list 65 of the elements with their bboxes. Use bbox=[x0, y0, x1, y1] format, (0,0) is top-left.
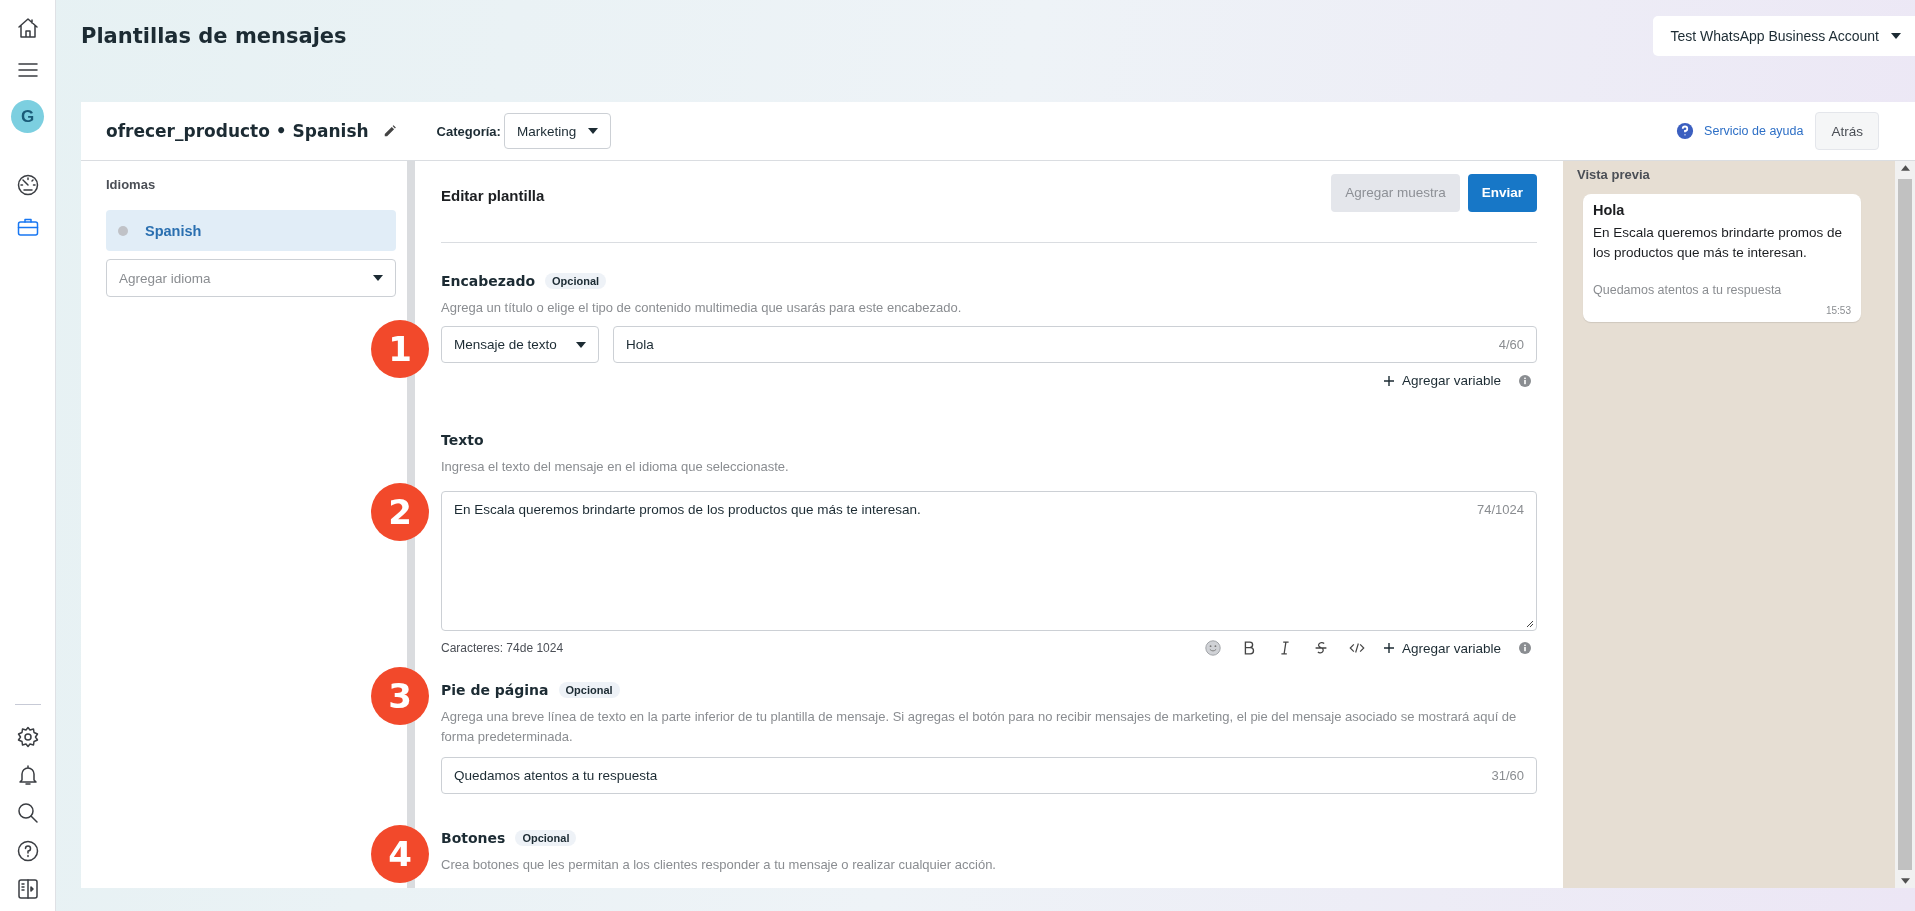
add-language-dropdown[interactable]: Agregar idioma bbox=[106, 259, 396, 297]
info-icon bbox=[1519, 374, 1531, 387]
gauge-icon[interactable] bbox=[15, 173, 40, 197]
emoji-icon[interactable] bbox=[1203, 639, 1222, 657]
character-counter: 74/1024 bbox=[1477, 502, 1524, 517]
scroll-down-icon[interactable] bbox=[1900, 878, 1910, 884]
step-marker: 1 bbox=[371, 320, 429, 378]
languages-title: Idiomas bbox=[106, 177, 157, 192]
optional-tag: Opcional bbox=[545, 273, 607, 289]
help-icon[interactable] bbox=[15, 839, 40, 863]
section-title: Texto bbox=[441, 432, 484, 448]
submit-button[interactable]: Enviar bbox=[1467, 173, 1537, 212]
language-item[interactable]: Spanish bbox=[106, 210, 396, 251]
back-button[interactable]: Atrás bbox=[1815, 112, 1879, 150]
template-name: ofrecer_producto • Spanish bbox=[106, 121, 369, 141]
optional-tag: Opcional bbox=[515, 830, 577, 846]
message-header: Hola bbox=[1593, 202, 1626, 218]
editor-title: Editar plantilla bbox=[441, 187, 546, 204]
section-title: Encabezado bbox=[441, 273, 536, 289]
character-counter: 31/60 bbox=[1491, 768, 1524, 783]
category-dropdown[interactable]: Marketing bbox=[503, 113, 612, 149]
page-title: Plantillas de mensajes bbox=[81, 24, 347, 48]
info-icon bbox=[1519, 642, 1531, 654]
header-text-field[interactable]: Hola 4/60 bbox=[613, 326, 1537, 363]
home-icon[interactable] bbox=[15, 16, 40, 40]
pencil-icon[interactable] bbox=[382, 124, 397, 138]
character-counter: 4/60 bbox=[1498, 337, 1524, 352]
search-icon[interactable] bbox=[15, 801, 40, 825]
message-text-area[interactable]: En Escala queremos brindarte promos de los productos que más te interesan. 74/1024 bbox=[441, 491, 1537, 631]
message-body: En Escala queremos brindarte promos de los productos que más te interesan. bbox=[1593, 224, 1844, 262]
preview-title: Vista previa bbox=[1577, 167, 1651, 182]
help-icon bbox=[1676, 122, 1695, 140]
message-time: 15:53 bbox=[1824, 305, 1851, 316]
section-description: Crea botones que les permitan a los clientes responder a tu mensaje o realizar cualquier acción. bbox=[441, 856, 997, 874]
section-description: Agrega un título o elige el tipo de contenido multimedia que usarás para este encabezado. bbox=[441, 299, 963, 317]
section-title: Pie de página bbox=[441, 682, 549, 698]
caret-icon bbox=[588, 128, 599, 134]
footer-text-field[interactable]: Quedamos atentos a tu respuesta 31/60 bbox=[441, 757, 1537, 794]
avatar[interactable]: G bbox=[11, 100, 44, 133]
settings-icon[interactable] bbox=[15, 725, 40, 749]
character-count: Caracteres: 74de 1024 bbox=[441, 641, 564, 655]
add-variable-button[interactable]: Agregar variable bbox=[1383, 373, 1501, 388]
section-description: Ingresa el texto del mensaje en el idioma que seleccionaste. bbox=[441, 458, 790, 476]
step-marker: 4 bbox=[371, 825, 429, 883]
plus-icon bbox=[1383, 375, 1394, 386]
section-title: Botones bbox=[441, 830, 506, 846]
plus-icon bbox=[1383, 643, 1394, 653]
scrollbar-thumb[interactable] bbox=[1898, 179, 1912, 870]
resize-handle-icon[interactable] bbox=[1526, 620, 1534, 628]
category-label: Categoría: bbox=[436, 123, 501, 139]
section-description: Agrega una breve línea de texto en la parte inferior de tu plantilla de mensaje. Si agregas el botón para no recibir mensajes de marketing, el pie del mensaje asociado se mostrará aquí de forma predeterminada. bbox=[441, 708, 1518, 746]
scroll-up-icon[interactable] bbox=[1900, 165, 1910, 171]
caret-icon bbox=[576, 341, 586, 348]
header-type-dropdown[interactable]: Mensaje de texto bbox=[441, 326, 599, 363]
help-link[interactable]: Servicio de ayuda bbox=[1704, 124, 1804, 138]
message-footer: Quedamos atentos a tu respuesta bbox=[1593, 283, 1851, 297]
step-marker: 3 bbox=[371, 667, 429, 725]
caret-icon bbox=[1891, 33, 1901, 39]
sidebar-toggle-icon[interactable] bbox=[15, 877, 40, 901]
add-variable-button[interactable]: Agregar variable bbox=[1383, 640, 1501, 656]
caret-icon bbox=[373, 275, 383, 281]
account-dropdown[interactable]: Test WhatsApp Business Account bbox=[1653, 16, 1915, 56]
scrollbar[interactable] bbox=[1895, 161, 1915, 888]
optional-tag: Opcional bbox=[558, 682, 620, 698]
step-marker: 2 bbox=[371, 483, 429, 541]
